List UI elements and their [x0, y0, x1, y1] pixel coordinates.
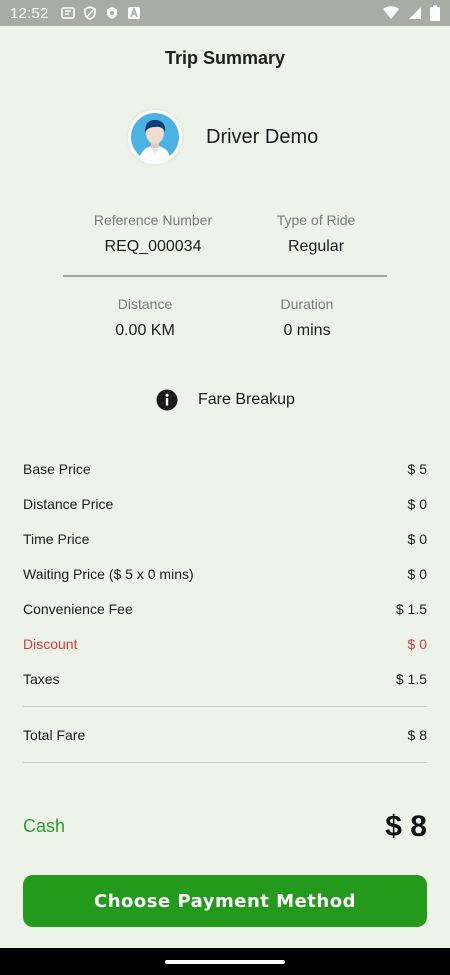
a-icon [127, 6, 140, 19]
total-fare-value: $ 8 [407, 727, 427, 743]
page-title: Trip Summary [164, 48, 286, 68]
fare-row-label: Discount [23, 636, 78, 652]
fare-row-value: $ 5 [407, 461, 427, 477]
fare-row-label: Time Price [23, 531, 90, 547]
fare-row-label: Taxes [23, 671, 60, 687]
shield-filled-icon [106, 7, 117, 19]
trip-info-divider [63, 275, 387, 277]
reference-number-value: REQ_000034 [104, 238, 202, 255]
status-right-icons [382, 5, 440, 21]
driver-info: Driver Demo [128, 110, 318, 164]
fare-divider-top [23, 706, 427, 707]
ride-type-value: Regular [287, 238, 345, 255]
signal-icon [409, 7, 421, 19]
fare-row-label: Distance Price [23, 496, 114, 512]
fare-row-waiting-price: Waiting Price ($ 5 x 0 mins) $ 0 [23, 566, 427, 582]
fare-row-taxes: Taxes $ 1.5 [23, 671, 427, 687]
fare-row-discount: Discount $ 0 [23, 636, 427, 652]
fare-row-label: Waiting Price ($ 5 x 0 mins) [23, 566, 194, 582]
home-gesture-handle[interactable] [165, 960, 285, 964]
fare-row-total: Total Fare $ 8 [23, 727, 427, 743]
user-avatar-icon [131, 113, 179, 161]
reference-number-label: Reference Number [93, 212, 213, 228]
status-left-icons [60, 6, 141, 20]
fare-breakup-label: Fare Breakup [198, 391, 295, 408]
fare-row-label: Base Price [23, 461, 91, 477]
wifi-icon [383, 6, 399, 19]
info-icon [156, 389, 178, 411]
reference-number-block: Reference Number REQ_000034 [83, 212, 223, 256]
fare-row-value: $ 0 [407, 566, 427, 582]
duration-label: Duration [280, 296, 334, 312]
distance-block: Distance 0.00 KM [90, 296, 200, 340]
fare-row-value: $ 0 [407, 496, 427, 512]
total-fare-label: Total Fare [23, 727, 86, 743]
battery-icon [430, 5, 440, 21]
shield-icon [83, 6, 96, 20]
distance-label: Distance [117, 296, 173, 312]
fare-row-value: $ 1.5 [395, 671, 427, 687]
ride-type-block: Type of Ride Regular [256, 212, 376, 256]
fare-row-base-price: Base Price $ 5 [23, 461, 427, 477]
fare-row-value: $ 0 [407, 636, 427, 652]
fare-divider-bottom [23, 762, 427, 763]
ride-type-label: Type of Ride [276, 212, 356, 228]
fare-row-label: Convenience Fee [23, 601, 133, 617]
fare-row-time-price: Time Price $ 0 [23, 531, 427, 547]
duration-value: 0 mins [283, 322, 331, 339]
fare-breakup-heading[interactable]: Fare Breakup [156, 389, 295, 411]
avatar [128, 110, 182, 164]
translate-icon [60, 7, 75, 19]
choose-payment-method-button[interactable]: Choose Payment Method [23, 875, 427, 927]
driver-name: Driver Demo [206, 125, 319, 148]
fare-row-distance-price: Distance Price $ 0 [23, 496, 427, 512]
navigation-bar [0, 948, 450, 975]
fare-row-convenience-fee: Convenience Fee $ 1.5 [23, 601, 427, 617]
fare-row-value: $ 0 [407, 531, 427, 547]
status-bar: 12:52 [0, 0, 450, 26]
duration-block: Duration 0 mins [252, 296, 362, 340]
payment-method-label: Cash [23, 816, 66, 836]
payment-amount: $ 8 [385, 810, 427, 843]
status-time: 12:52 [10, 4, 49, 22]
fare-row-value: $ 1.5 [395, 601, 427, 617]
distance-value: 0.00 KM [115, 322, 175, 339]
